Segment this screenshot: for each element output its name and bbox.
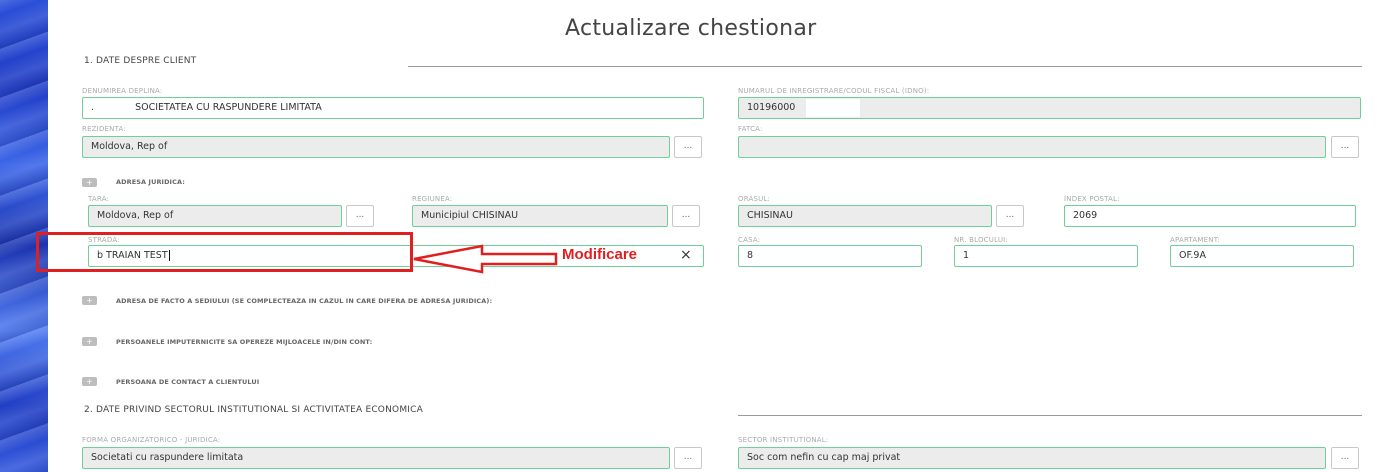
idno-value: 10196000 [747, 102, 796, 113]
regiunea-field[interactable]: Municipiul CHISINAU [412, 205, 668, 227]
section-divider [738, 415, 1362, 416]
rezidenta-lookup-button[interactable]: ... [674, 136, 702, 158]
orasul-field[interactable]: CHISINAU [738, 205, 992, 227]
redaction-mark [806, 99, 860, 117]
regiunea-label: REGIUNEA: [412, 195, 453, 203]
denumirea-value: SOCIETATEA CU RASPUNDERE LIMITATA [135, 102, 322, 113]
highlight-box [36, 232, 413, 272]
orasul-value: CHISINAU [747, 210, 793, 221]
denumirea-label: DENUMIREA DEPLINA: [82, 87, 163, 95]
clear-icon[interactable]: × [680, 247, 692, 263]
index-postal-value: 2069 [1073, 210, 1098, 221]
index-postal-label: INDEX POSTAL: [1064, 195, 1120, 203]
casa-value: 8 [747, 250, 754, 261]
tara-field[interactable]: Moldova, Rep of [88, 205, 342, 227]
fatca-field[interactable] [738, 136, 1326, 158]
nr-bloc-value: 1 [963, 250, 970, 261]
apartament-value: OF.9A [1179, 250, 1206, 261]
casa-field[interactable]: 8 [738, 245, 922, 267]
page-title: Actualizare chestionar [565, 16, 817, 41]
tara-lookup-button[interactable]: ... [346, 205, 374, 227]
tara-value: Moldova, Rep of [97, 210, 174, 221]
nr-bloc-label: NR. BLOCULUI: [954, 236, 1008, 244]
apartament-field[interactable]: OF.9A [1170, 245, 1354, 267]
group-adresa-facto[interactable]: ADRESA DE FACTO A SEDIULUI (SE COMPLECTE… [116, 297, 492, 305]
nr-bloc-field[interactable]: 1 [954, 245, 1138, 267]
expand-adresa-facto-icon[interactable]: + [82, 296, 97, 305]
index-postal-field[interactable]: 2069 [1064, 205, 1356, 227]
casa-label: CASA: [738, 236, 761, 244]
fatca-label: FATCA: [738, 125, 763, 133]
apartament-label: APARTAMENT: [1170, 236, 1220, 244]
denumirea-prefix: . [91, 102, 95, 113]
adresa-juridica-header: ADRESA JURIDICA: [116, 178, 185, 186]
expand-adresa-juridica-icon[interactable]: + [82, 178, 97, 187]
group-persoana-contact[interactable]: PERSOANA DE CONTACT A CLIENTULUI [116, 378, 259, 386]
tara-label: TARA: [88, 195, 110, 203]
regiunea-lookup-button[interactable]: ... [672, 205, 700, 227]
rezidenta-field[interactable]: Moldova, Rep of [82, 136, 670, 158]
orasul-label: ORASUL: [738, 195, 771, 203]
sector-lookup-button[interactable]: ... [1331, 447, 1359, 469]
sector-value: Soc com nefin cu cap maj privat [747, 452, 901, 463]
fatca-lookup-button[interactable]: ... [1331, 136, 1359, 158]
forma-value: Societati cu raspundere limitata [91, 452, 244, 463]
forma-lookup-button[interactable]: ... [674, 447, 702, 469]
orasul-lookup-button[interactable]: ... [996, 205, 1024, 227]
rezidenta-label: REZIDENTA: [82, 125, 126, 133]
sector-field[interactable]: Soc com nefin cu cap maj privat [738, 447, 1326, 469]
group-persoane-imputernicite[interactable]: PERSOANELE IMPUTERNICITE SA OPEREZE MIJL… [116, 338, 372, 346]
denumirea-field[interactable]: . SOCIETATEA CU RASPUNDERE LIMITATA [82, 97, 704, 119]
section-title-client: 1. DATE DESPRE CLIENT [84, 56, 197, 66]
section-divider [408, 66, 1362, 67]
sector-label: SECTOR INSTITUTIONAL: [738, 436, 829, 444]
forma-label: FORMA ORGANIZATORICO - JURIDICA: [82, 436, 221, 444]
annotation-label: Modificare [562, 246, 638, 263]
section-title-sector: 2. DATE PRIVIND SECTORUL INSTITUTIONAL S… [84, 405, 423, 415]
idno-label: NUMARUL DE INREGISTRARE/CODUL FISCAL (ID… [738, 87, 930, 95]
rezidenta-value: Moldova, Rep of [91, 141, 168, 152]
expand-persoana-contact-icon[interactable]: + [82, 377, 97, 386]
annotation-arrow-icon [413, 244, 558, 274]
regiunea-value: Municipiul CHISINAU [421, 210, 519, 221]
forma-field[interactable]: Societati cu raspundere limitata [82, 447, 670, 469]
expand-persoane-imputernicite-icon[interactable]: + [82, 337, 97, 346]
